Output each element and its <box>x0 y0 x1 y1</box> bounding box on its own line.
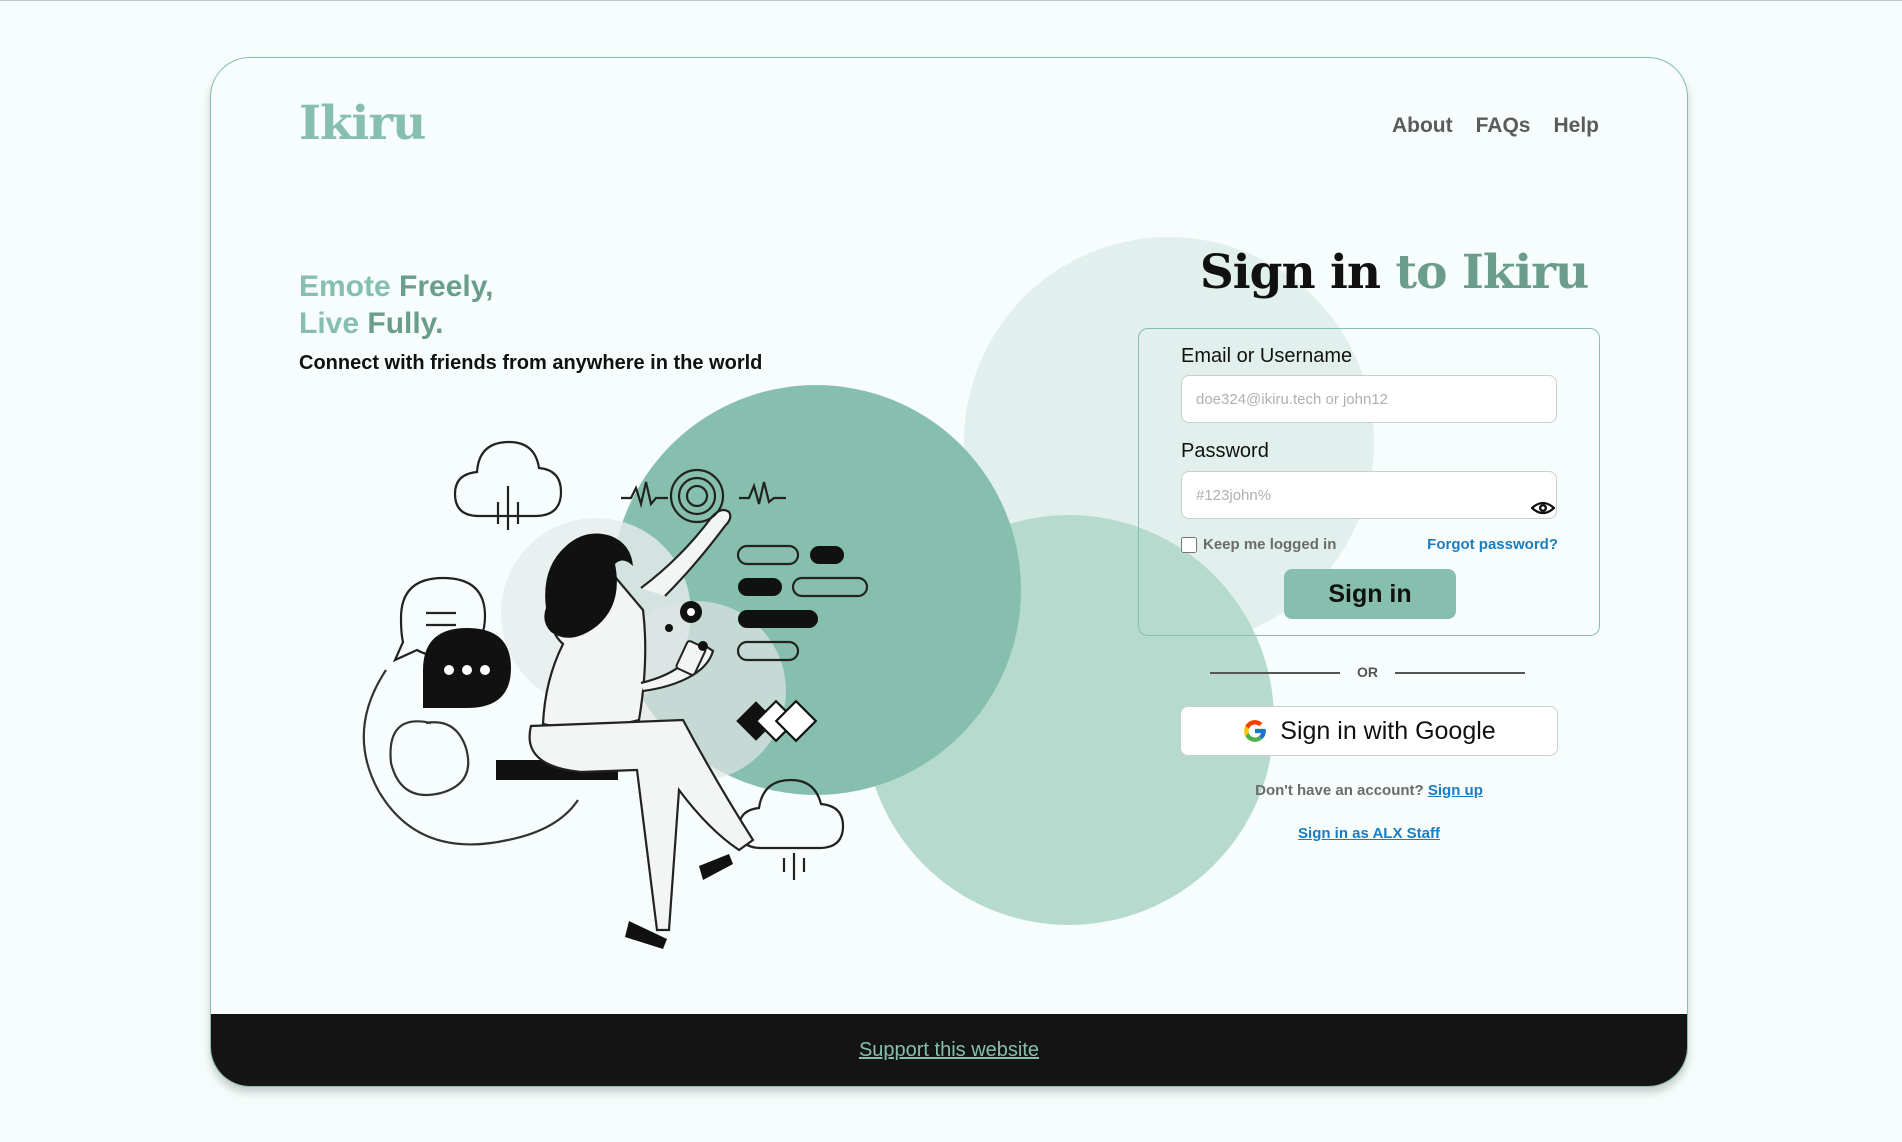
eye-icon[interactable] <box>1531 496 1555 520</box>
footer: Support this website <box>211 1014 1687 1086</box>
swirl-loop <box>389 720 470 797</box>
google-signin-button[interactable]: Sign in with Google <box>1180 706 1558 756</box>
email-label: Email or Username <box>1181 345 1353 367</box>
signin-heading-part-2: to <box>1380 245 1462 300</box>
signin-form: Email or Username Password Keep me logge… <box>1138 328 1600 636</box>
signup-link[interactable]: Sign up <box>1428 782 1483 799</box>
no-account-row: Don't have an account? Sign up <box>1161 782 1577 799</box>
tagline: Emote Freely, Live Fully. <box>299 268 494 342</box>
google-signin-label: Sign in with Google <box>1280 716 1496 745</box>
support-link[interactable]: Support this website <box>859 1039 1039 1062</box>
cloud-rain-icon <box>737 778 845 880</box>
cloud-icon <box>453 440 563 530</box>
signin-heading-part-1: Sign in <box>1199 245 1381 300</box>
signin-button[interactable]: Sign in <box>1284 569 1456 619</box>
forgot-password-link[interactable]: Forgot password? <box>1427 536 1558 553</box>
tagline-word-live: Live <box>299 307 360 340</box>
tagline-word-freely: Freely, <box>390 270 494 303</box>
no-account-text: Don't have an account? <box>1255 782 1424 799</box>
hero-subtitle: Connect with friends from anywhere in th… <box>299 352 763 374</box>
top-border <box>0 0 1902 1</box>
google-g-icon <box>1244 720 1267 742</box>
remember-label: Keep me logged in <box>1203 536 1337 553</box>
signin-heading: Sign in to Ikiru <box>1199 245 1589 300</box>
password-field[interactable] <box>1181 471 1557 519</box>
email-field[interactable] <box>1181 375 1557 423</box>
signin-heading-part-3: Ikiru <box>1461 245 1589 300</box>
or-divider: OR <box>1210 662 1525 682</box>
tagline-word-fully: Fully. <box>359 307 444 340</box>
alx-staff-signin-link[interactable]: Sign in as ALX Staff <box>1161 825 1577 842</box>
remember-checkbox[interactable] <box>1181 536 1197 553</box>
main-card: Ikiru About FAQs Help Emote Freely, Live… <box>210 57 1688 1087</box>
tagline-word-emote: Emote <box>299 270 391 303</box>
remember-me[interactable]: Keep me logged in <box>1181 536 1336 553</box>
chat-bubble-icon <box>392 576 511 708</box>
password-label: Password <box>1181 440 1269 462</box>
